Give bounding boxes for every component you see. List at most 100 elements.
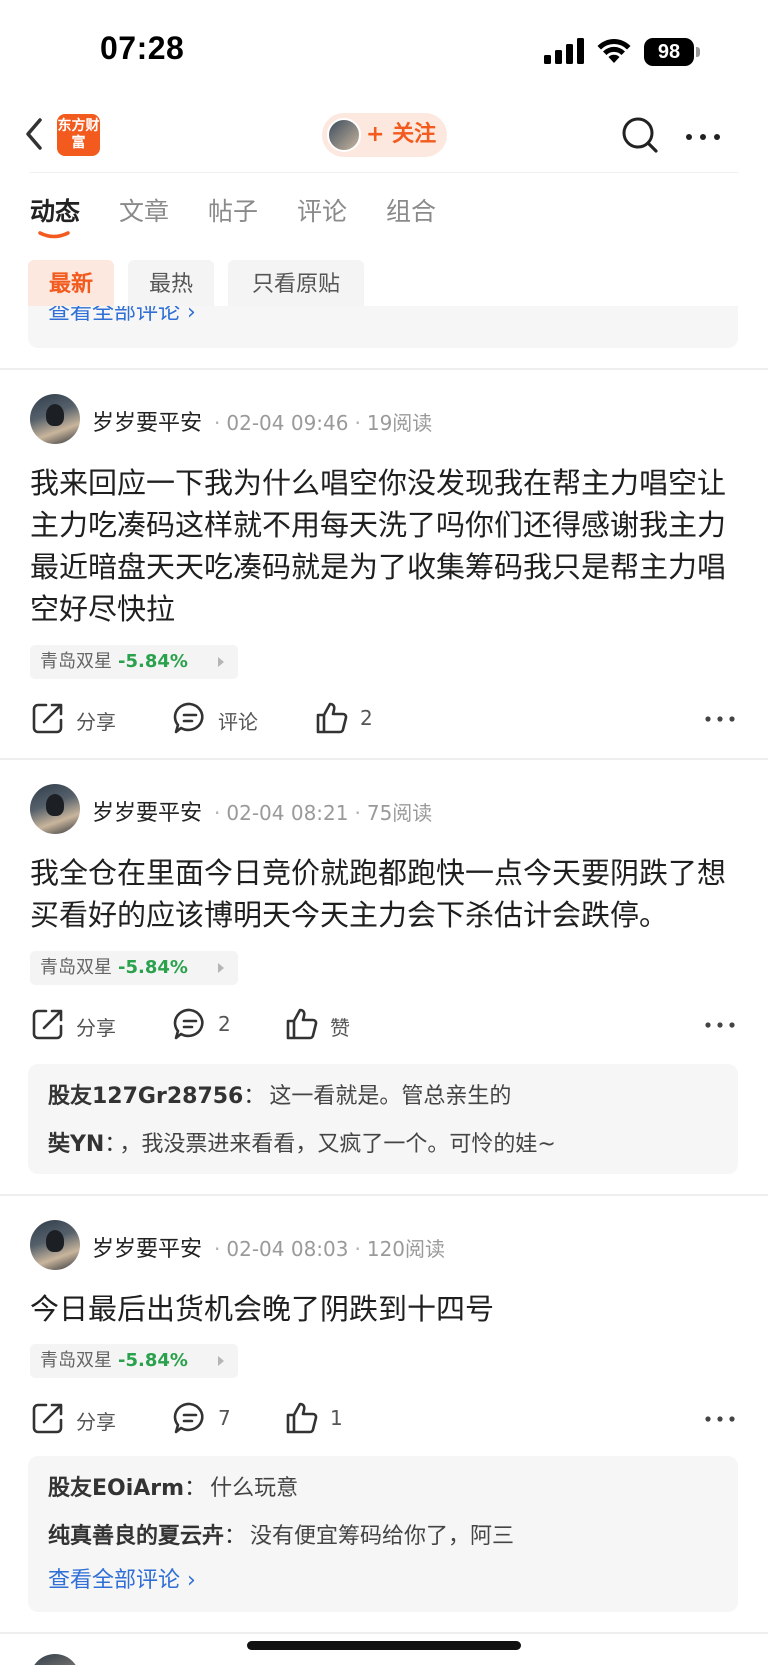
comment-count: 评论 <box>218 710 258 734</box>
nav-bar: 东方财富 + 关注 <box>0 100 768 175</box>
comment-text: ，我没票进来看看，又疯了一个。可怜的娃~ <box>119 1132 556 1157</box>
comment-preview-box[interactable]: 股友EOiArm： 什么玩意 纯真善良的夏云卉： 没有便宜筹码给你了，阿三 查看全部… <box>28 1456 738 1612</box>
status-bar: 07:28 98 <box>0 0 768 100</box>
tab-comments[interactable]: 评论 <box>297 192 347 228</box>
share-button[interactable]: 分享 <box>30 700 130 740</box>
tab-articles[interactable]: 文章 <box>119 192 169 228</box>
comment-item[interactable]: 股友127Gr28756： 这一看就是。管总亲生的 <box>48 1078 511 1110</box>
view-all-comments-link[interactable]: 查看全部评论 › <box>48 1562 196 1594</box>
comment-icon <box>173 702 204 734</box>
share-button[interactable]: 分享 <box>30 1006 130 1046</box>
divider <box>0 1194 768 1196</box>
comment-button[interactable]: 7 <box>172 1400 252 1440</box>
more-icon[interactable] <box>704 1404 736 1434</box>
stock-tag[interactable]: 青岛双星 -5.84% <box>30 1344 238 1378</box>
post-card[interactable]: 岁岁要平安 · 02-04 09:46 · 19阅读 我来回应一下我为什么唱空你没发现我… <box>0 394 768 744</box>
like-button[interactable]: 2 <box>314 700 394 740</box>
stock-name: 青岛双星 <box>40 1350 112 1371</box>
back-icon[interactable] <box>20 114 50 154</box>
share-icon <box>32 1403 63 1434</box>
stock-name: 青岛双星 <box>40 957 112 978</box>
more-icon[interactable] <box>683 122 723 152</box>
filter-original-only[interactable]: 只看原贴 <box>228 260 364 310</box>
post-content[interactable]: 我全仓在里面今日竞价就跑都跑快一点今天要阴跌了想买看好的应该博明天今天主力会下杀… <box>30 852 742 936</box>
comment-user[interactable]: 股友EOiArm <box>48 1476 184 1501</box>
divider <box>30 172 738 173</box>
wifi-icon <box>597 39 631 63</box>
follow-button[interactable]: + 关注 <box>322 113 447 157</box>
tab-portfolios[interactable]: 组合 <box>386 192 436 228</box>
battery-icon: 98 <box>644 38 700 66</box>
view-all-comments-link[interactable]: 查看全部评论 › <box>48 306 196 326</box>
username[interactable]: 岁岁要平安 <box>92 1237 202 1262</box>
divider <box>0 1632 768 1634</box>
search-icon[interactable] <box>620 115 660 155</box>
avatar[interactable] <box>30 784 80 834</box>
post-content[interactable]: 我来回应一下我为什么唱空你没发现我在帮主力唱空让主力吃凑码这样就不用每天洗了吗你… <box>30 462 742 630</box>
caret-right-icon <box>218 963 224 973</box>
battery-level: 98 <box>644 38 694 66</box>
divider <box>0 758 768 760</box>
more-icon[interactable] <box>704 704 736 734</box>
share-label: 分享 <box>76 710 116 734</box>
thumbs-up-icon <box>286 1008 318 1040</box>
avatar[interactable] <box>30 1220 80 1270</box>
comment-user[interactable]: 奘YN <box>48 1132 104 1157</box>
post-time: 02-04 08:03 <box>226 1237 349 1261</box>
post-content[interactable]: 今日最后出货机会晚了阴跌到十四号 <box>30 1288 742 1330</box>
share-label: 分享 <box>76 1016 116 1040</box>
comment-icon <box>173 1402 204 1434</box>
post-header: 岁岁要平安 · 02-04 08:03 · 120阅读 <box>92 1237 446 1262</box>
comment-user[interactable]: 纯真善良的夏云卉 <box>48 1524 224 1549</box>
post-card[interactable]: 岁岁要平安 · 02-04 08:03 · 120阅读 今日最后出货机会晚了阴跌到十四号… <box>0 1220 768 1612</box>
post-time: 02-04 09:46 <box>226 411 349 435</box>
avatar <box>327 118 361 152</box>
username[interactable]: 岁岁要平安 <box>92 411 202 436</box>
app-logo: 东方财富 <box>57 114 100 156</box>
stock-tag[interactable]: 青岛双星 -5.84% <box>30 645 238 679</box>
cellular-signal-icon <box>544 38 584 64</box>
logo-text: 东方财富 <box>57 118 100 151</box>
stock-change: -5.84% <box>118 1350 188 1371</box>
comment-item[interactable]: 奘YN： ，我没票进来看看，又疯了一个。可怜的娃~ <box>48 1126 556 1158</box>
read-count: 19阅读 <box>366 411 433 435</box>
caret-right-icon <box>218 1356 224 1366</box>
active-tab-indicator <box>38 231 70 239</box>
post-header: 岁岁要平安 · 02-04 08:21 · 75阅读 <box>92 801 433 826</box>
comment-user[interactable]: 股友127Gr28756 <box>48 1084 243 1109</box>
home-indicator <box>247 1641 521 1650</box>
tab-dynamic[interactable]: 动态 <box>30 192 80 228</box>
username[interactable]: 岁岁要平安 <box>92 801 202 826</box>
post-card[interactable]: 岁岁要平安 · 02-04 08:21 · 75阅读 我全仓在里面今日竞价就跑都跑快一点… <box>0 784 768 1174</box>
comment-button[interactable]: 评论 <box>172 700 272 740</box>
avatar[interactable] <box>30 394 80 444</box>
read-count: 75阅读 <box>366 801 433 825</box>
caret-right-icon <box>218 657 224 667</box>
comment-item[interactable]: 纯真善良的夏云卉： 没有便宜筹码给你了，阿三 <box>48 1518 514 1550</box>
stock-tag[interactable]: 青岛双星 -5.84% <box>30 951 238 985</box>
filter-latest[interactable]: 最新 <box>28 260 114 310</box>
avatar[interactable] <box>30 1654 80 1665</box>
thumbs-up-icon <box>286 1402 318 1434</box>
more-icon[interactable] <box>704 1010 736 1040</box>
comment-count: 2 <box>218 1012 231 1036</box>
comment-preview-box[interactable]: 股友127Gr28756： 这一看就是。管总亲生的 奘YN： ，我没票进来看看，又疯… <box>28 1064 738 1174</box>
share-button[interactable]: 分享 <box>30 1400 130 1440</box>
divider <box>0 368 768 370</box>
like-count: 1 <box>330 1406 343 1430</box>
like-button[interactable]: 赞 <box>284 1006 364 1046</box>
stock-change: -5.84% <box>118 957 188 978</box>
filter-bar: 最新 最热 只看原贴 <box>0 260 768 312</box>
stock-name: 青岛双星 <box>40 651 112 672</box>
post-header: 岁岁要平安 · 02-04 09:46 · 19阅读 <box>92 411 433 436</box>
like-label: 赞 <box>330 1016 350 1040</box>
post-time: 02-04 08:21 <box>226 801 349 825</box>
previous-comments-box: 查看全部评论 › <box>28 306 738 348</box>
tab-posts[interactable]: 帖子 <box>208 192 258 228</box>
like-button[interactable]: 1 <box>284 1400 364 1440</box>
comment-text: 没有便宜筹码给你了，阿三 <box>250 1524 515 1549</box>
comment-item[interactable]: 股友EOiArm： 什么玩意 <box>48 1470 298 1502</box>
status-time: 07:28 <box>100 30 185 66</box>
comment-button[interactable]: 2 <box>172 1006 252 1046</box>
filter-hot[interactable]: 最热 <box>128 260 214 310</box>
